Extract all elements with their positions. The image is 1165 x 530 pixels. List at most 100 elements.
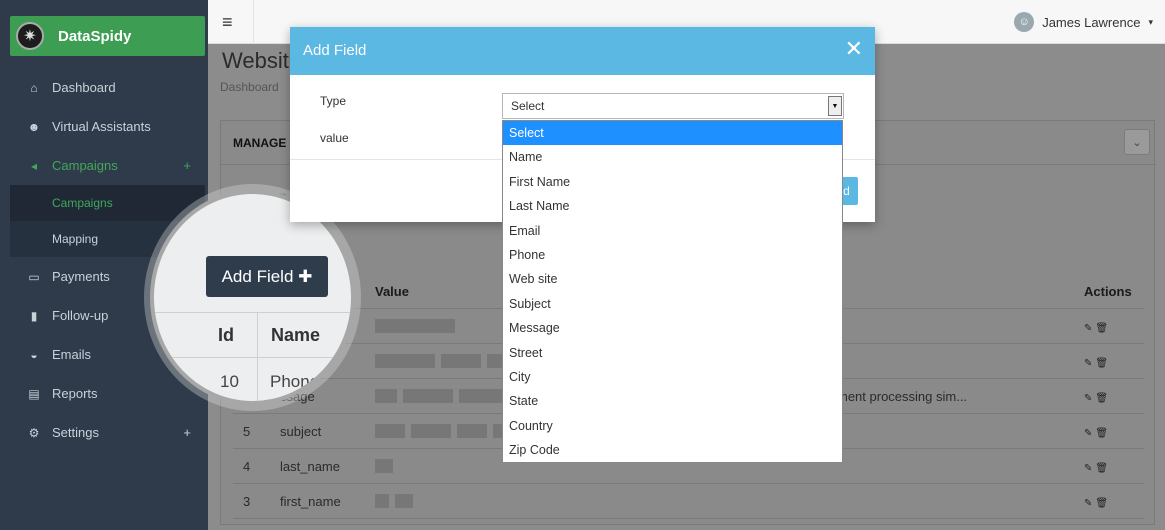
row-id: 4 (243, 458, 251, 474)
brand-bar[interactable]: ✷ DataSpidy (10, 16, 205, 56)
row-actions: ✎🗑 (1072, 424, 1144, 439)
dropdown-option[interactable]: Name (503, 145, 842, 169)
megaphone-icon: ◂ (30, 158, 38, 173)
expand-plus-icon[interactable]: + (183, 158, 191, 173)
page-title: Websit (222, 48, 289, 73)
row-actions: ✎🗑 (1072, 389, 1144, 404)
redacted-value (375, 354, 435, 368)
row-actions: ✎🗑 (1072, 319, 1144, 334)
column-id: Id (218, 325, 234, 345)
dropdown-option[interactable]: Message (503, 316, 842, 340)
dropdown-option[interactable]: City (503, 365, 842, 389)
row-value-text: ment processing sim... (837, 388, 968, 404)
inbox-icon: ◒ (30, 347, 38, 362)
row-actions: ✎🗑 (1072, 459, 1144, 474)
redacted-value (375, 319, 455, 333)
sidebar-item-label: Follow-up (52, 308, 109, 323)
sidebar-subitem-campaigns[interactable]: Campaigns (10, 185, 205, 221)
dropdown-option[interactable]: Web site (503, 267, 842, 291)
sidebar-item-dashboard[interactable]: ⌂ Dashboard (10, 68, 205, 107)
panel-title: MANAGE (233, 136, 287, 150)
divider (257, 313, 258, 359)
magnified-table-header: Id Name (154, 312, 351, 359)
dropdown-option[interactable]: State (503, 389, 842, 413)
row-value (365, 484, 1072, 518)
sidebar-item-label: Campaigns (52, 158, 118, 173)
sidebar-item-label: Reports (52, 386, 98, 401)
row-id: 5 (243, 423, 251, 439)
select-current-value: Select (511, 99, 545, 113)
collapse-icon[interactable]: ⌄ (1124, 129, 1150, 155)
redacted-value (457, 424, 487, 438)
dropdown-option[interactable]: First Name (503, 170, 842, 194)
redacted-value (375, 389, 397, 403)
dropdown-option[interactable]: Street (503, 341, 842, 365)
magnified-row-id: 10 (220, 372, 239, 391)
caret-down-icon: ▾ (1148, 16, 1153, 27)
redacted-value (375, 459, 393, 473)
edit-delete-icon[interactable]: ✎🗑 (1084, 393, 1111, 404)
sidebar-item-label: Payments (52, 269, 110, 284)
dropdown-option[interactable]: Country (503, 414, 842, 438)
close-icon[interactable]: ✕ (845, 36, 863, 62)
edit-delete-icon[interactable]: ✎🗑 (1084, 428, 1111, 439)
cogs-icon: ⚙ (28, 425, 40, 440)
user-name: James Lawrence (1042, 14, 1141, 30)
dropdown-arrow-icon[interactable]: ▼ (828, 96, 842, 116)
redacted-value (395, 494, 413, 508)
magnifier-callout: Add Field ✚ Id Name 10 Phone (150, 190, 355, 405)
value-label: value (320, 131, 349, 145)
brand-name: DataSpidy (58, 27, 132, 45)
users-icon: ☻ (27, 119, 41, 134)
expand-plus-icon[interactable]: + (183, 425, 191, 440)
sidebar-item-settings[interactable]: ⚙ Settings + (10, 413, 205, 452)
card-icon: ▭ (28, 269, 40, 284)
redacted-value (441, 354, 481, 368)
row-id: 3 (243, 493, 251, 509)
row-name: last_name (280, 458, 340, 474)
type-dropdown-list: Select Name First Name Last Name Email Phone W… (502, 120, 843, 463)
sidebar-item-label: Settings (52, 425, 99, 440)
report-icon: ▤ (28, 386, 40, 401)
dropdown-option[interactable]: Email (503, 219, 842, 243)
edit-delete-icon[interactable]: ✎🗑 (1084, 463, 1111, 474)
redacted-value (375, 494, 389, 508)
type-select[interactable]: Select ▼ (502, 93, 844, 119)
edit-delete-icon[interactable]: ✎🗑 (1084, 498, 1111, 509)
breadcrumb[interactable]: Dashboard (220, 80, 279, 94)
home-icon: ⌂ (30, 80, 38, 95)
row-actions: ✎🗑 (1072, 494, 1144, 509)
dropdown-option[interactable]: Zip Code (503, 438, 842, 462)
sidebar-item-campaigns[interactable]: ◂ Campaigns + (10, 146, 205, 185)
row-name: first_name (280, 493, 341, 509)
edit-delete-icon[interactable]: ✎🗑 (1084, 358, 1111, 369)
dropdown-option[interactable]: Phone (503, 243, 842, 267)
magnified-row-name: Phone (270, 372, 320, 391)
sidebar-item-virtual-assistants[interactable]: ☻ Virtual Assistants (10, 107, 205, 146)
bookmark-icon: ▮ (30, 308, 38, 323)
redacted-value (375, 424, 405, 438)
modal-header: Add Field ✕ (290, 27, 875, 75)
sidebar-item-reports[interactable]: ▤ Reports (10, 374, 205, 413)
sidebar-item-label: Virtual Assistants (52, 119, 151, 134)
column-name: Name (271, 325, 321, 345)
add-field-button[interactable]: Add Field ✚ (206, 256, 328, 297)
redacted-value (411, 424, 451, 438)
edit-delete-icon[interactable]: ✎🗑 (1084, 323, 1111, 334)
redacted-value (403, 389, 453, 403)
user-menu[interactable]: ☺ James Lawrence ▾ (1014, 12, 1153, 32)
divider (253, 0, 254, 44)
table-row: 3 first_name ✎🗑 (233, 484, 1144, 519)
menu-toggle-icon[interactable]: ≡ (222, 12, 233, 33)
type-label: Type (320, 94, 347, 108)
sidebar-item-label: Dashboard (52, 80, 116, 95)
row-name: subject (280, 423, 322, 439)
modal-title: Add Field (303, 42, 367, 59)
row-actions: ✎🗑 (1072, 354, 1144, 369)
dropdown-option[interactable]: Select (503, 121, 842, 146)
dropdown-option[interactable]: Last Name (503, 194, 842, 218)
dropdown-option[interactable]: Subject (503, 292, 842, 316)
divider (257, 358, 258, 401)
spider-logo-icon: ✷ (16, 22, 44, 50)
avatar: ☺ (1014, 12, 1035, 32)
